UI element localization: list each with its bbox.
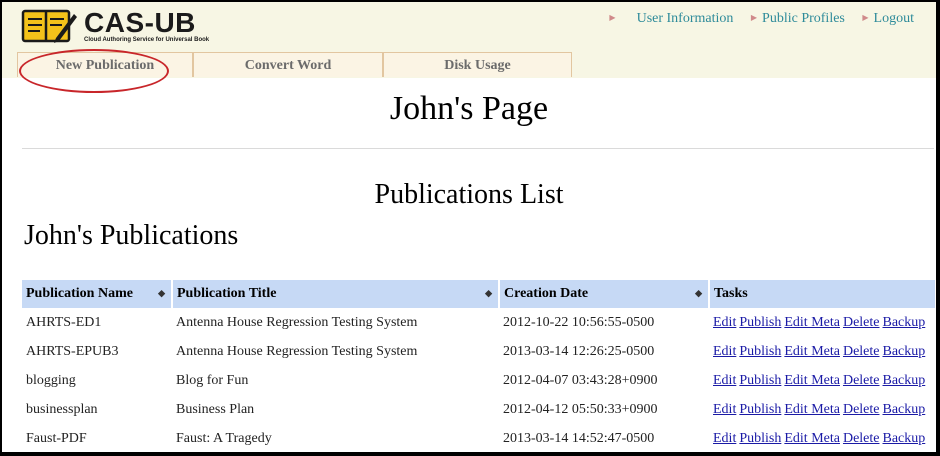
creation-date: 2013-03-14 14:52:47-0500 bbox=[503, 430, 655, 446]
publications-table: Publication Name ◆ Publication Title ◆ Cre… bbox=[22, 280, 935, 452]
edit-link[interactable]: Edit bbox=[713, 344, 736, 359]
delete-link[interactable]: Delete bbox=[843, 344, 880, 359]
logout-link[interactable]: Logout bbox=[874, 11, 914, 26]
task-links: Edit Publish Edit Meta Delete Backup bbox=[709, 395, 935, 424]
sort-icon: ◆ bbox=[695, 288, 702, 298]
task-links: Edit Publish Edit Meta Delete Backup bbox=[709, 366, 935, 395]
column-header-label: Creation Date bbox=[504, 286, 589, 301]
divider bbox=[22, 148, 934, 149]
task-links: Edit Publish Edit Meta Delete Backup bbox=[709, 337, 935, 366]
column-header-name[interactable]: Publication Name ◆ bbox=[22, 280, 173, 308]
backup-link[interactable]: Backup bbox=[883, 373, 926, 388]
triangle-icon: ▶ bbox=[750, 13, 758, 22]
edit-link[interactable]: Edit bbox=[713, 431, 736, 446]
page-title: John's Page bbox=[389, 90, 549, 127]
publication-name: AHRTS-ED1 bbox=[26, 314, 102, 330]
delete-link[interactable]: Delete bbox=[843, 431, 880, 446]
publish-link[interactable]: Publish bbox=[739, 431, 781, 446]
browser-frame: CAS-UB Cloud Authoring Service for Unive… bbox=[2, 2, 936, 452]
publication-name: blogging bbox=[26, 372, 76, 388]
list-title: Publications List bbox=[374, 179, 564, 210]
book-pencil-icon bbox=[21, 9, 77, 43]
edit-link[interactable]: Edit bbox=[713, 373, 736, 388]
table-row: blogging Blog for Fun 2012-04-07 03:43:2… bbox=[22, 366, 935, 395]
creation-date: 2013-03-14 12:26:25-0500 bbox=[503, 343, 655, 359]
backup-link[interactable]: Backup bbox=[883, 315, 926, 330]
table-row: Faust-PDF Faust: A Tragedy 2013-03-14 14… bbox=[22, 424, 935, 452]
edit-link[interactable]: Edit bbox=[713, 315, 736, 330]
tab-new-publication[interactable]: New Publication bbox=[17, 52, 193, 77]
delete-link[interactable]: Delete bbox=[843, 373, 880, 388]
edit-meta-link[interactable]: Edit Meta bbox=[784, 344, 840, 359]
creation-date: 2012-04-12 05:50:33+0900 bbox=[503, 401, 658, 417]
column-header-label: Publication Name bbox=[26, 286, 133, 301]
column-header-label: Publication Title bbox=[177, 286, 277, 301]
publication-title: Blog for Fun bbox=[176, 372, 249, 388]
table-row: AHRTS-EPUB3 Antenna House Regression Tes… bbox=[22, 337, 935, 366]
logo-tagline: Cloud Authoring Service for Universal Bo… bbox=[84, 37, 210, 43]
task-links: Edit Publish Edit Meta Delete Backup bbox=[709, 308, 935, 337]
creation-date: 2012-10-22 10:56:55-0500 bbox=[503, 314, 655, 330]
backup-link[interactable]: Backup bbox=[883, 431, 926, 446]
tab-convert-word[interactable]: Convert Word bbox=[193, 52, 383, 77]
edit-meta-link[interactable]: Edit Meta bbox=[784, 373, 840, 388]
publish-link[interactable]: Publish bbox=[739, 402, 781, 417]
backup-link[interactable]: Backup bbox=[883, 402, 926, 417]
publication-name: Faust-PDF bbox=[26, 430, 87, 446]
delete-link[interactable]: Delete bbox=[843, 315, 880, 330]
delete-link[interactable]: Delete bbox=[843, 402, 880, 417]
top-links: ▶ User Information ▶ Public Profiles ▶ Logo… bbox=[609, 11, 914, 27]
tab-disk-usage[interactable]: Disk Usage bbox=[383, 52, 572, 77]
edit-meta-link[interactable]: Edit Meta bbox=[784, 402, 840, 417]
publication-name: AHRTS-EPUB3 bbox=[26, 343, 119, 359]
backup-link[interactable]: Backup bbox=[883, 344, 926, 359]
edit-meta-link[interactable]: Edit Meta bbox=[784, 315, 840, 330]
sort-icon: ◆ bbox=[485, 288, 492, 298]
edit-link[interactable]: Edit bbox=[713, 402, 736, 417]
table-header-row: Publication Name ◆ Publication Title ◆ Cre… bbox=[22, 280, 935, 308]
column-header-date[interactable]: Creation Date ◆ bbox=[499, 280, 710, 308]
user-information-link[interactable]: User Information bbox=[637, 11, 734, 26]
triangle-icon: ▶ bbox=[609, 13, 616, 22]
triangle-icon: ▶ bbox=[862, 13, 869, 22]
column-header-tasks: Tasks bbox=[709, 280, 935, 308]
main-nav: New Publication Convert Word Disk Usage bbox=[17, 52, 572, 78]
table-row: businessplan Business Plan 2012-04-12 05… bbox=[22, 395, 935, 424]
app-header: CAS-UB Cloud Authoring Service for Unive… bbox=[2, 2, 936, 78]
logo-text: CAS-UB bbox=[84, 7, 196, 38]
publication-title: Business Plan bbox=[176, 401, 255, 417]
publish-link[interactable]: Publish bbox=[739, 373, 781, 388]
edit-meta-link[interactable]: Edit Meta bbox=[784, 431, 840, 446]
public-profiles-link[interactable]: Public Profiles bbox=[762, 11, 845, 26]
creation-date: 2012-04-07 03:43:28+0900 bbox=[503, 372, 658, 388]
app-logo[interactable]: CAS-UB Cloud Authoring Service for Unive… bbox=[20, 6, 210, 48]
column-header-label: Tasks bbox=[714, 286, 748, 301]
column-header-title[interactable]: Publication Title ◆ bbox=[172, 280, 500, 308]
task-links: Edit Publish Edit Meta Delete Backup bbox=[709, 424, 935, 452]
sort-icon: ◆ bbox=[158, 288, 165, 298]
publication-title: Antenna House Regression Testing System bbox=[176, 314, 418, 330]
publication-title: Faust: A Tragedy bbox=[176, 430, 272, 446]
publication-title: Antenna House Regression Testing System bbox=[176, 343, 418, 359]
section-title: John's Publications bbox=[24, 220, 239, 251]
table-row: AHRTS-ED1 Antenna House Regression Testi… bbox=[22, 308, 935, 337]
publish-link[interactable]: Publish bbox=[739, 344, 781, 359]
publication-name: businessplan bbox=[26, 401, 98, 417]
publish-link[interactable]: Publish bbox=[739, 315, 781, 330]
